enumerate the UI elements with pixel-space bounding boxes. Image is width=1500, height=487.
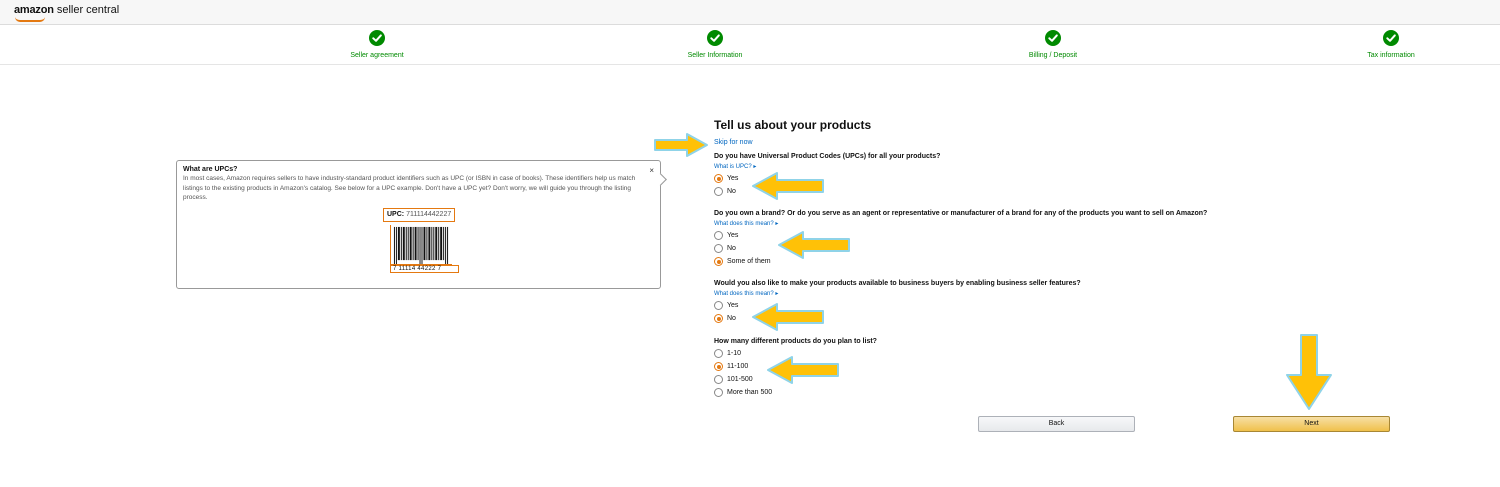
upc-help-title: What are UPCs? <box>183 166 238 173</box>
step-label: Seller Information <box>687 52 743 59</box>
radio-button[interactable] <box>714 244 723 253</box>
question-text: Do you have Universal Product Codes (UPC… <box>714 153 941 160</box>
amazon-smile-icon <box>15 17 45 22</box>
upc-barcode-example: UPC: 711114442227 7 11114 44222 7 <box>383 208 459 273</box>
next-button[interactable]: Next <box>1233 416 1390 432</box>
logo-brand: amazon <box>14 4 54 16</box>
option-count-500-plus[interactable]: More than 500 <box>714 386 877 399</box>
check-circle-icon <box>1045 30 1061 46</box>
question-text: Would you also like to make your product… <box>714 280 1081 287</box>
upc-label: UPC: <box>387 211 405 218</box>
radio-button[interactable] <box>714 362 723 371</box>
annotation-arrow-right-icon <box>654 133 708 157</box>
step-label: Billing / Deposit <box>1028 52 1078 59</box>
progress-steps: Seller agreement Seller Information Bill… <box>0 25 1500 65</box>
upc-example-label: UPC: 711114442227 <box>383 208 456 222</box>
upc-code: 711114442227 <box>406 211 452 218</box>
help-link-business[interactable]: What does this mean? ▸ <box>714 290 1081 297</box>
skip-for-now-link[interactable]: Skip for now <box>714 139 753 146</box>
top-bar: amazon seller central <box>0 0 1500 25</box>
option-label: No <box>727 188 736 195</box>
help-link-text: What does this mean? <box>714 221 774 227</box>
check-circle-icon <box>707 30 723 46</box>
options-upc: Yes No <box>714 172 940 198</box>
option-label: 1-10 <box>727 350 742 357</box>
close-icon[interactable]: × <box>649 166 654 175</box>
barcode-icon <box>390 225 452 265</box>
radio-button[interactable] <box>714 314 723 323</box>
radio-button[interactable] <box>714 257 723 266</box>
check-circle-icon <box>369 30 385 46</box>
step-seller-information: Seller Information <box>645 30 785 59</box>
option-label: Yes <box>727 232 739 239</box>
option-label: More than 500 <box>727 389 773 396</box>
amazon-seller-central-logo[interactable]: amazon seller central <box>14 4 120 22</box>
upc-help-popover: What are UPCs? × In most cases, Amazon r… <box>176 160 661 289</box>
annotation-arrow-down-icon <box>1286 334 1332 410</box>
radio-button[interactable] <box>714 388 723 397</box>
option-label: Yes <box>727 302 739 309</box>
step-tax-information: Tax information <box>1321 30 1461 59</box>
back-button[interactable]: Back <box>978 416 1135 432</box>
check-circle-icon <box>1383 30 1399 46</box>
annotation-arrow-left-icon <box>752 172 824 200</box>
annotation-arrow-left-icon <box>767 356 839 384</box>
radio-button[interactable] <box>714 375 723 384</box>
help-link-brand[interactable]: What does this mean? ▸ <box>714 220 1207 227</box>
option-label: No <box>727 315 736 322</box>
option-label: Some of them <box>727 258 771 265</box>
step-label: Tax information <box>1367 52 1415 59</box>
annotation-arrow-left-icon <box>752 303 824 331</box>
step-label: Seller agreement <box>350 52 404 59</box>
help-link-upc[interactable]: What is UPC? ▸ <box>714 163 940 170</box>
logo-product: seller central <box>56 4 120 16</box>
option-label: No <box>727 245 736 252</box>
option-upc-no[interactable]: No <box>714 185 940 198</box>
question-text: How many different products do you plan … <box>714 338 877 345</box>
page-title: Tell us about your products <box>714 118 872 132</box>
option-label: 11-100 <box>727 363 749 370</box>
radio-button[interactable] <box>714 187 723 196</box>
question-upc: Do you have Universal Product Codes (UPC… <box>714 153 940 198</box>
question-text: Do you own a brand? Or do you serve as a… <box>714 210 1208 217</box>
barcode-digits: 7 11114 44222 7 <box>390 265 459 273</box>
option-upc-yes[interactable]: Yes <box>714 172 940 185</box>
radio-button[interactable] <box>714 349 723 358</box>
help-link-text: What is UPC? <box>714 164 752 170</box>
annotation-arrow-left-icon <box>778 231 850 259</box>
step-billing-deposit: Billing / Deposit <box>983 30 1123 59</box>
radio-button[interactable] <box>714 174 723 183</box>
radio-button[interactable] <box>714 301 723 310</box>
radio-button[interactable] <box>714 231 723 240</box>
upc-help-body: In most cases, Amazon requires sellers t… <box>183 175 636 201</box>
help-link-text: What does this mean? <box>714 291 774 297</box>
option-label: 101-500 <box>727 376 753 383</box>
option-label: Yes <box>727 175 739 182</box>
step-seller-agreement: Seller agreement <box>307 30 447 59</box>
